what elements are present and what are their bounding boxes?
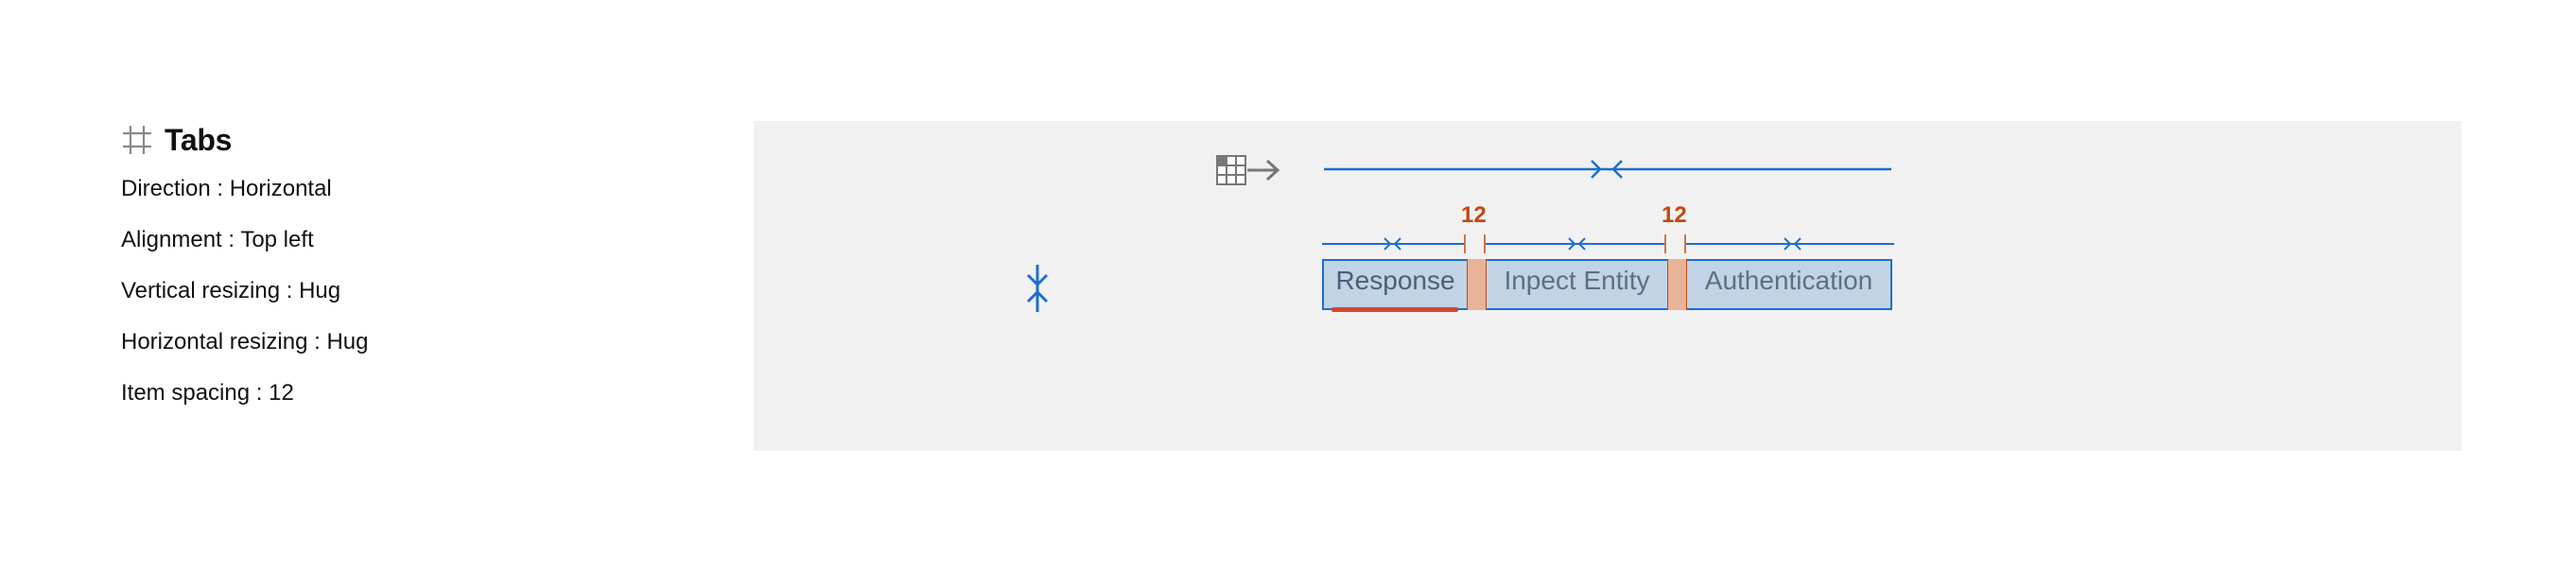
tab-label: Inpect Entity: [1504, 266, 1650, 295]
spec-panel: Tabs: [121, 119, 232, 161]
tab-inpect-entity[interactable]: Inpect Entity: [1487, 261, 1667, 312]
frame-icon: [121, 124, 153, 156]
gap-label: 12: [1662, 202, 1687, 228]
property-label: Vertical resizing: [121, 278, 281, 303]
tab-width-measures: [1322, 234, 1894, 253]
property-label: Horizontal resizing: [121, 329, 308, 355]
tab-label: Response: [1335, 266, 1455, 295]
vertical-hug-icon: [1026, 265, 1049, 312]
property-label: Direction: [121, 176, 211, 201]
property-horizontal-resizing: Horizontal resizing : Hug: [121, 329, 369, 355]
gap-label: 12: [1461, 202, 1487, 228]
tabs-frame: Response Inpect Entity Authentication: [1322, 259, 1892, 312]
property-item-spacing: Item spacing : 12: [121, 380, 294, 406]
property-value: 12: [269, 380, 294, 406]
property-label: Item spacing: [121, 380, 251, 406]
item-spacing-gap: [1667, 259, 1687, 310]
property-direction: Direction : Horizontal: [121, 176, 332, 201]
property-label: Alignment: [121, 227, 222, 252]
spec-header: Tabs: [121, 119, 232, 161]
tab-response[interactable]: Response: [1324, 261, 1467, 312]
property-alignment: Alignment : Top left: [121, 227, 314, 252]
active-tab-indicator: [1332, 307, 1458, 312]
hug-width-measure: [1324, 160, 1891, 179]
property-value: Horizontal: [229, 176, 332, 201]
horizontal-flow-icon: [1216, 155, 1280, 185]
tab-authentication[interactable]: Authentication: [1687, 261, 1890, 312]
property-value: Hug: [326, 329, 369, 355]
property-value: Hug: [299, 278, 341, 303]
diagram-panel: 12 12 Response Inpect Entity Authenticat…: [754, 121, 2462, 451]
component-title: Tabs: [165, 122, 233, 157]
property-value: Top left: [240, 227, 314, 252]
property-vertical-resizing: Vertical resizing : Hug: [121, 278, 341, 303]
item-spacing-gap: [1467, 259, 1487, 310]
tab-label: Authentication: [1704, 266, 1873, 295]
